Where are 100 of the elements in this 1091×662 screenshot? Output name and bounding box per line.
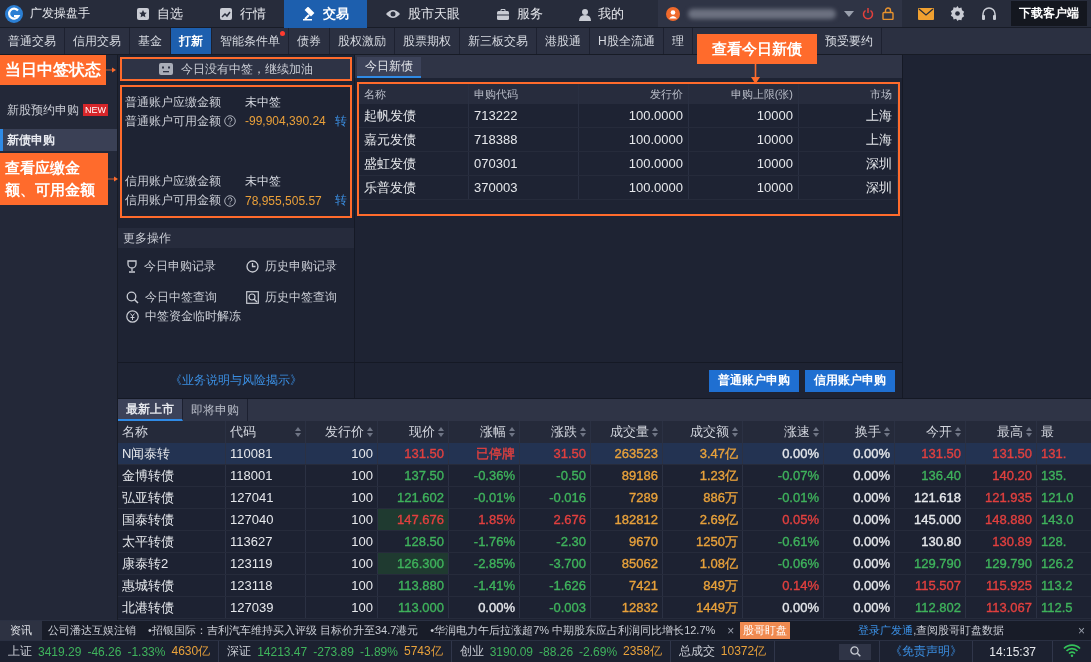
- sub-tab[interactable]: 港股通: [537, 28, 590, 54]
- table-row[interactable]: 国泰转债 127040 100 147.676 1.85% 2.676 182812 2.69亿 0.05% 0.00% 145.000 148.880 143.0: [118, 509, 1091, 531]
- table-cell-text: 143.0: [1040, 511, 1075, 529]
- listing-tab[interactable]: 最新上市: [118, 399, 183, 421]
- table-cell: 131.50: [966, 443, 1037, 464]
- table-cell: 121.618: [895, 487, 966, 508]
- nav-tab[interactable]: 交易: [284, 0, 367, 28]
- table-cell: 1.08亿: [663, 553, 743, 574]
- sort-icon[interactable]: [732, 427, 738, 437]
- table-cell: 金博转债: [118, 465, 226, 486]
- chart-icon: [219, 7, 233, 21]
- sub-tab[interactable]: 股权激励: [330, 28, 395, 54]
- sort-icon[interactable]: [813, 427, 819, 437]
- headset-icon[interactable]: [981, 6, 997, 21]
- table-cell: 1250万: [663, 531, 743, 552]
- sub-tab[interactable]: 预受要约: [816, 28, 882, 54]
- operation-link[interactable]: 今日申购记录: [126, 258, 246, 275]
- search-button[interactable]: [839, 643, 872, 660]
- table-row[interactable]: N闻泰转 110081 100 131.50 已停牌 31.50 263523 3.47亿 0.00% 0.00% 131.50 131.50 131.: [118, 443, 1091, 465]
- help-icon[interactable]: [224, 194, 236, 207]
- table-cell: 2.69亿: [663, 509, 743, 530]
- login-link[interactable]: 登录广发通: [858, 623, 914, 638]
- nav-tab[interactable]: 我的: [561, 0, 642, 28]
- news-item[interactable]: 公司潘达互娱注销: [42, 623, 142, 638]
- table-row[interactable]: 康泰转2 123119 100 126.300 -2.85% -3.700 85062 1.08亿 -0.06% 0.00% 129.790 129.790 126.2: [118, 553, 1091, 575]
- table-cell-text: 121.0: [1040, 489, 1075, 507]
- help-icon[interactable]: [224, 115, 236, 128]
- sort-icon[interactable]: [295, 427, 301, 437]
- table-cell: 100: [306, 443, 378, 464]
- subscribe-button[interactable]: 普通账户申购: [709, 369, 799, 392]
- table-cell: -0.07%: [743, 465, 824, 486]
- lock-icon[interactable]: [882, 7, 894, 20]
- download-button[interactable]: 下载客户端: [1011, 1, 1087, 26]
- avatar-icon[interactable]: [666, 6, 680, 21]
- table-cell: 0.00%: [824, 531, 895, 552]
- operation-link[interactable]: 历史中签查询: [246, 289, 346, 306]
- sub-tab[interactable]: 新三板交易: [460, 28, 537, 54]
- table-row[interactable]: 太平转债 113627 100 128.50 -1.76% -2.30 9670 1250万 -0.61% 0.00% 130.80 130.89 128.: [118, 531, 1091, 553]
- news-item[interactable]: •招银国际：吉利汽车维持买入评级 目标价升至34.7港元: [142, 623, 425, 638]
- amount-value: -99,904,390.24: [245, 114, 327, 129]
- subscribe-button[interactable]: 信用账户申购: [805, 369, 895, 392]
- table-row[interactable]: 惠城转债 123118 100 113.880 -1.41% -1.626 7421 849万 0.14% 0.00% 115.507 115.925 113.2: [118, 575, 1091, 597]
- table-cell: 886万: [663, 487, 743, 508]
- table-cell: -1.626: [520, 575, 591, 596]
- sort-icon[interactable]: [438, 427, 444, 437]
- callout-label: 查看应缴金额、可用金额: [0, 153, 108, 205]
- sort-icon[interactable]: [580, 427, 586, 437]
- callout-arrow: [108, 174, 118, 184]
- disclaimer-link[interactable]: 《免责声明》: [879, 640, 974, 662]
- transfer-link[interactable]: 转: [335, 112, 347, 130]
- nav-tab[interactable]: 行情: [201, 0, 284, 28]
- sort-icon[interactable]: [1026, 427, 1032, 437]
- sub-tab[interactable]: 股票期权: [395, 28, 460, 54]
- caret-icon[interactable]: [844, 10, 854, 17]
- search-icon: [849, 646, 861, 657]
- sidebar-item[interactable]: 新债申购: [0, 129, 117, 151]
- nav-tab[interactable]: 股市天眼: [367, 0, 478, 28]
- settings-icon[interactable]: [950, 6, 965, 21]
- table-cell: 127040: [226, 509, 306, 530]
- table-cell: 129.790: [895, 553, 966, 574]
- index-name: 创业: [459, 643, 484, 660]
- operation-link[interactable]: 中签资金临时解冻: [126, 308, 246, 325]
- news-item[interactable]: •华润电力午后拉涨超7% 中期股东应占利润同比增长12.7%: [424, 623, 722, 638]
- sub-tab[interactable]: 普通交易: [0, 28, 65, 54]
- table-row[interactable]: 金博转债 118001 100 137.50 -0.36% -0.50 89186 1.23亿 -0.07% 0.00% 136.40 140.20 135.: [118, 465, 1091, 487]
- nav-tab[interactable]: 服务: [478, 0, 561, 28]
- risk-disclosure-link[interactable]: 《业务说明与风险揭示》: [170, 372, 302, 389]
- table-row[interactable]: 北港转债 127039 100 113.000 0.00% -0.003 12832 1449万 0.00% 0.00% 112.802 113.067 112.5: [118, 597, 1091, 619]
- table-cell: -0.61%: [743, 531, 824, 552]
- sidebar-item[interactable]: 新股预约申购 NEW: [0, 99, 117, 121]
- sub-tab[interactable]: 智能条件单: [212, 28, 289, 54]
- table-row[interactable]: 弘亚转债 127041 100 121.602 -0.01% -0.016 7289 886万 -0.01% 0.00% 121.618 121.935 121.0: [118, 487, 1091, 509]
- operation-link[interactable]: 今日中签查询: [126, 289, 246, 306]
- panel-tab[interactable]: 今日新债: [357, 57, 421, 78]
- sort-icon[interactable]: [367, 427, 373, 437]
- power-icon[interactable]: [862, 7, 874, 20]
- sub-tab[interactable]: 信用交易: [65, 28, 130, 54]
- sub-tab[interactable]: H股全流通: [590, 28, 664, 54]
- sub-tab[interactable]: 债券: [289, 28, 330, 54]
- table-cell: 113627: [226, 531, 306, 552]
- sub-tab[interactable]: 打新: [171, 28, 212, 54]
- transfer-link[interactable]: 转: [335, 192, 347, 210]
- sub-tab[interactable]: 理: [663, 28, 693, 54]
- close-button[interactable]: ×: [1072, 623, 1091, 638]
- table-cell: 89186: [591, 465, 663, 486]
- table-cell: 112.802: [895, 597, 966, 618]
- index-amount: 5743亿: [403, 643, 443, 660]
- table-cell-text: 112.5: [1040, 599, 1074, 617]
- mail-icon[interactable]: [918, 7, 934, 20]
- new-badge: NEW: [83, 104, 108, 116]
- sort-icon[interactable]: [652, 427, 658, 437]
- sort-icon[interactable]: [509, 427, 515, 437]
- sort-icon[interactable]: [884, 427, 890, 437]
- operation-link[interactable]: 历史申购记录: [246, 258, 346, 275]
- table-cell-text: 135.: [1040, 467, 1068, 485]
- nav-tab[interactable]: 自选: [118, 0, 201, 28]
- sort-icon[interactable]: [955, 427, 961, 437]
- column-label: 今开: [926, 423, 952, 441]
- column-header: 名称: [122, 423, 148, 441]
- close-button[interactable]: ×: [721, 623, 741, 638]
